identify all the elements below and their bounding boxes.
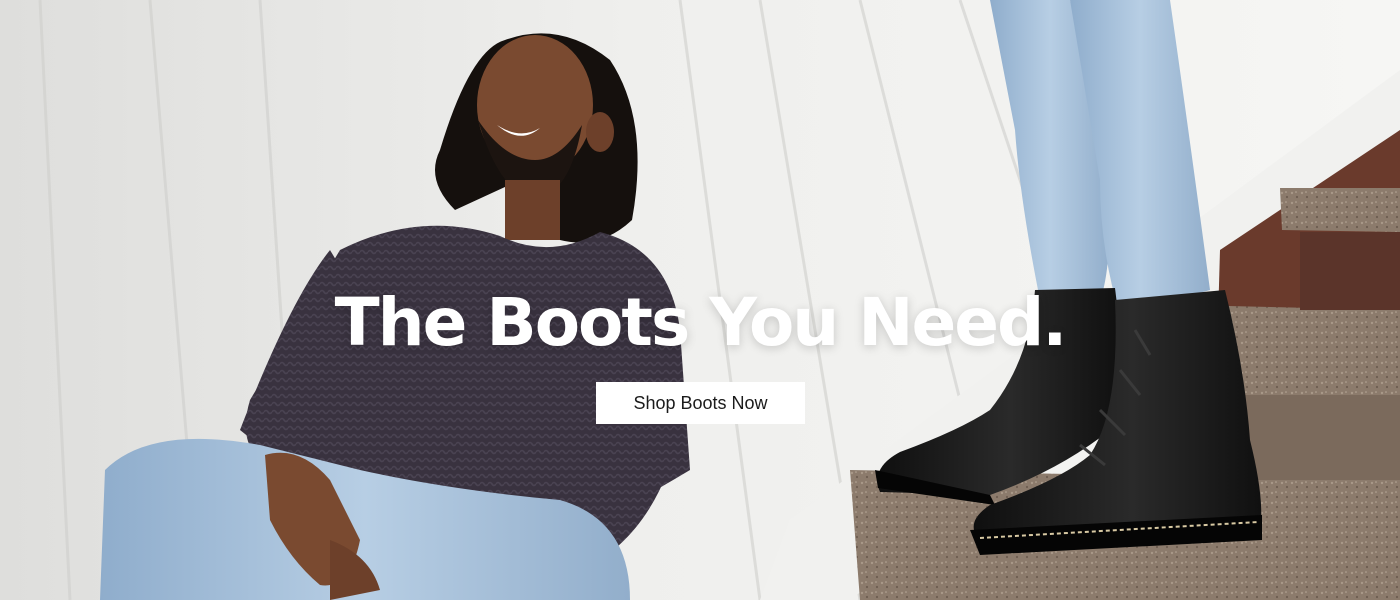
hero-banner: The Boots You Need. Shop Boots Now <box>0 0 1400 600</box>
shop-boots-button[interactable]: Shop Boots Now <box>596 382 805 424</box>
hero-content: The Boots You Need. Shop Boots Now <box>0 0 1400 600</box>
hero-headline: The Boots You Need. <box>334 284 1068 361</box>
